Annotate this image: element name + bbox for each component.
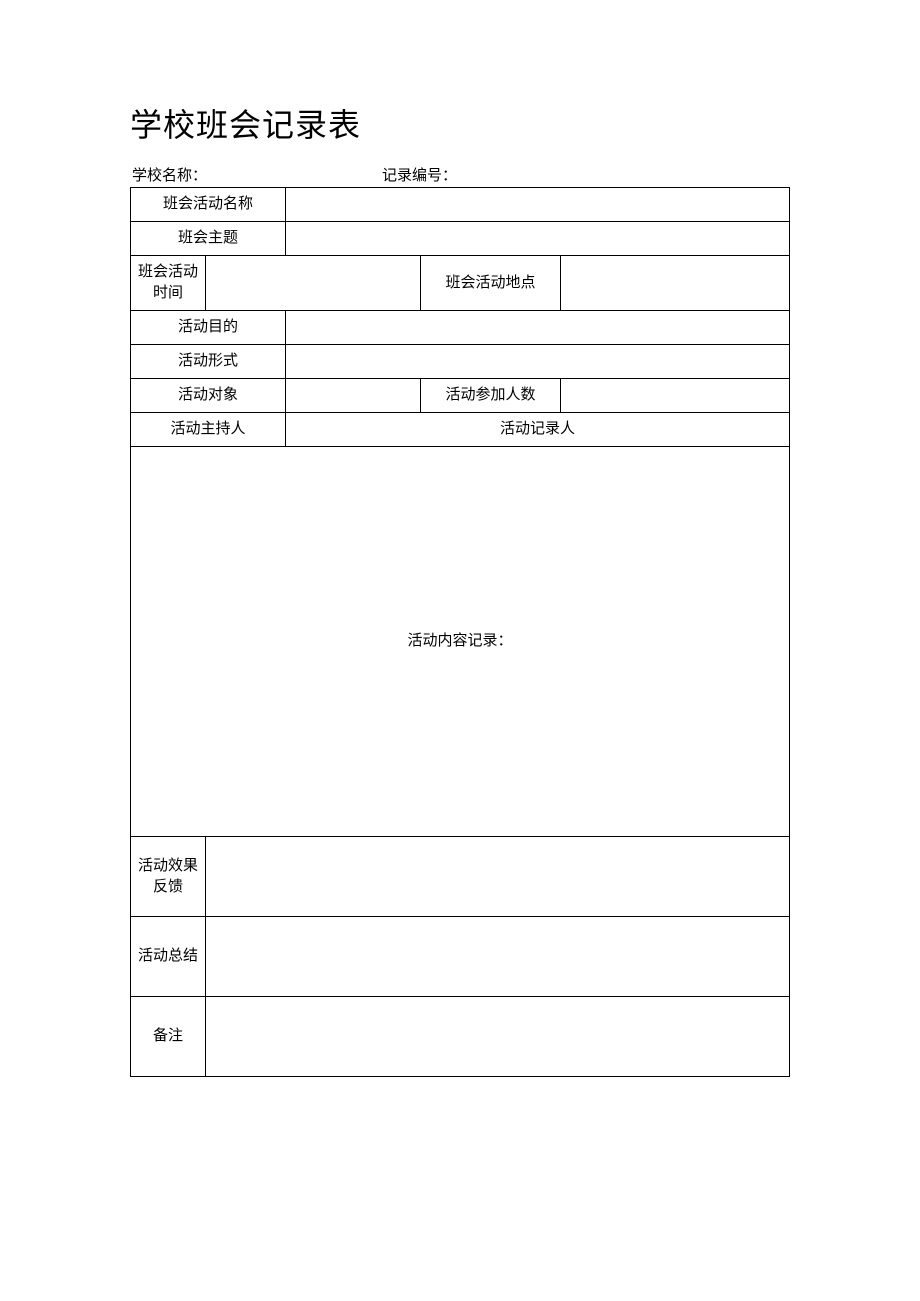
value-feedback [206,837,790,917]
value-time [206,256,421,311]
value-summary [206,917,790,997]
label-remark: 备注 [131,997,206,1077]
value-target [286,379,421,413]
label-activity-name: 班会活动名称 [131,188,286,222]
label-host: 活动主持人 [131,413,286,447]
record-number-label: 记录编号： [382,164,457,185]
row-host-recorder: 活动主持人 活动记录人 [131,413,790,447]
row-feedback: 活动效果反馈 [131,837,790,917]
row-form: 活动形式 [131,345,790,379]
row-remark: 备注 [131,997,790,1077]
school-name-label: 学校名称： [132,164,382,185]
label-location: 班会活动地点 [421,256,561,311]
label-time: 班会活动时间 [131,256,206,311]
label-feedback: 活动效果反馈 [131,837,206,917]
label-theme: 班会主题 [131,222,286,256]
record-table: 班会活动名称 班会主题 班会活动时间 班会活动地点 活动目的 活动形式 活动对象… [130,187,790,1077]
row-summary: 活动总结 [131,917,790,997]
document-page: 学校班会记录表 学校名称： 记录编号： 班会活动名称 班会主题 班会活动时间 班… [0,0,920,1077]
label-participants: 活动参加人数 [421,379,561,413]
label-target: 活动对象 [131,379,286,413]
row-time-location: 班会活动时间 班会活动地点 [131,256,790,311]
label-recorder: 活动记录人 [286,413,790,447]
label-form: 活动形式 [131,345,286,379]
value-remark [206,997,790,1077]
value-location [561,256,790,311]
form-title: 学校班会记录表 [130,100,790,146]
label-summary: 活动总结 [131,917,206,997]
value-theme [286,222,790,256]
row-purpose: 活动目的 [131,311,790,345]
label-purpose: 活动目的 [131,311,286,345]
row-theme: 班会主题 [131,222,790,256]
value-participants [561,379,790,413]
value-purpose [286,311,790,345]
row-activity-name: 班会活动名称 [131,188,790,222]
value-form [286,345,790,379]
row-target-participants: 活动对象 活动参加人数 [131,379,790,413]
meta-row: 学校名称： 记录编号： [130,164,790,185]
value-activity-name [286,188,790,222]
row-content: 活动内容记录： [131,447,790,837]
label-content: 活动内容记录： [131,447,790,837]
